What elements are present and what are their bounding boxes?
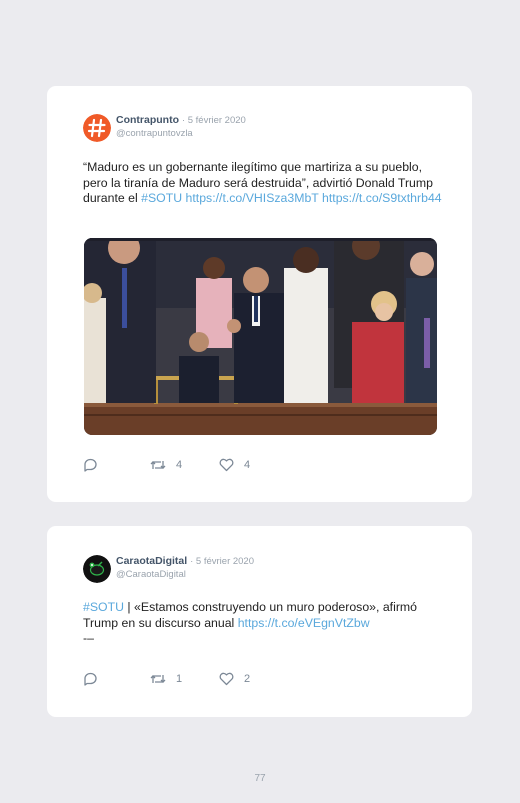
tweet-text: “Maduro es un gobernante ilegítimo que m… <box>83 160 443 207</box>
like-button[interactable]: 2 <box>219 672 250 686</box>
retweet-button[interactable]: 1 <box>150 672 182 686</box>
reply-button[interactable] <box>83 458 98 472</box>
tweet-card: CaraotaDigital · 5 février 2020 @Caraota… <box>47 526 472 717</box>
tweet-trailing: -– <box>83 631 94 645</box>
tweet-link[interactable]: https://t.co/eVEgnVtZbw <box>238 616 370 630</box>
author-handle[interactable]: @CaraotaDigital <box>116 568 254 581</box>
retweet-icon <box>150 461 166 469</box>
page-number: 77 <box>254 773 266 784</box>
hash-logo-icon <box>83 114 111 142</box>
heart-icon <box>219 458 234 472</box>
reply-icon <box>84 672 97 686</box>
retweet-icon <box>150 675 166 683</box>
hashtag-link[interactable]: #SOTU <box>141 191 182 205</box>
retweet-button[interactable]: 4 <box>150 458 182 472</box>
tweet-header: Contrapunto · 5 février 2020 @contrapunt… <box>116 114 246 140</box>
tweet-link[interactable]: https://t.co/VHISza3MbT <box>186 191 319 205</box>
reply-icon <box>84 458 97 472</box>
retweet-count: 1 <box>176 673 183 685</box>
tweet-header: CaraotaDigital · 5 février 2020 @Caraota… <box>116 555 254 581</box>
author-name[interactable]: Contrapunto <box>116 114 179 126</box>
heart-icon <box>219 672 234 686</box>
tweet-card: Contrapunto · 5 février 2020 @contrapunt… <box>47 86 472 502</box>
like-count: 4 <box>244 459 251 471</box>
hashtag-link[interactable]: #SOTU <box>83 600 124 614</box>
tweet-actions: 4 4 <box>83 458 303 474</box>
tweet-image <box>84 238 437 435</box>
tweet-date[interactable]: · 5 février 2020 <box>182 115 246 126</box>
like-count: 2 <box>244 673 251 685</box>
tweet-link[interactable]: https://t.co/S9txthrb44 <box>322 191 442 205</box>
tweet-actions: 1 2 <box>83 672 303 688</box>
caraota-avatar[interactable] <box>83 555 111 583</box>
reply-button[interactable] <box>83 672 98 686</box>
author-handle[interactable]: @contrapuntovzla <box>116 127 246 140</box>
tweet-photo[interactable] <box>84 238 437 435</box>
caraota-logo-icon <box>83 555 111 583</box>
like-button[interactable]: 4 <box>219 458 250 472</box>
retweet-count: 4 <box>176 459 183 471</box>
tweet-date[interactable]: · 5 février 2020 <box>190 556 254 567</box>
contrapunto-avatar[interactable] <box>83 114 111 142</box>
tweet-text: #SOTU | «Estamos construyendo un muro po… <box>83 600 443 647</box>
author-name[interactable]: CaraotaDigital <box>116 555 187 567</box>
